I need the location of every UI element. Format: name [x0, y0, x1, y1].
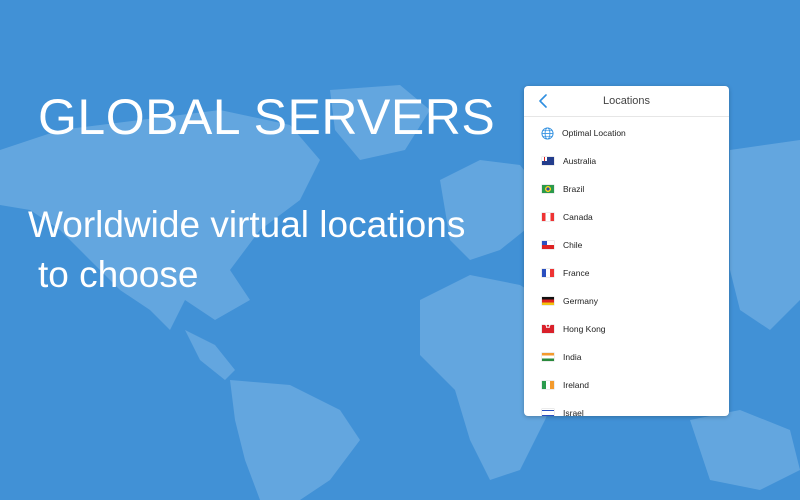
- location-item-germany[interactable]: Germany: [524, 287, 729, 315]
- subheadline: Worldwide virtual locations to choose: [28, 200, 465, 300]
- location-item-ireland[interactable]: Ireland: [524, 371, 729, 399]
- flag-israel-icon: [542, 409, 554, 416]
- location-label: India: [563, 352, 582, 362]
- location-item-brazil[interactable]: Brazil: [524, 175, 729, 203]
- panel-title: Locations: [602, 95, 651, 107]
- location-item-canada[interactable]: Canada: [524, 203, 729, 231]
- flag-hong-kong-icon: [542, 322, 554, 333]
- globe-icon: [541, 126, 554, 140]
- location-label: Germany: [563, 296, 598, 306]
- location-label: France: [563, 268, 590, 278]
- flag-india-icon: [542, 353, 554, 361]
- location-label: Canada: [563, 212, 593, 222]
- flag-canada-icon: [542, 213, 554, 221]
- location-item-france[interactable]: France: [524, 259, 729, 287]
- headline: GLOBAL SERVERS: [38, 89, 496, 145]
- location-item-india[interactable]: India: [524, 343, 729, 371]
- location-item-israel[interactable]: Israel: [524, 399, 729, 416]
- flag-france-icon: [542, 269, 554, 277]
- location-label: Chile: [563, 240, 583, 250]
- location-item-chile[interactable]: Chile: [524, 231, 729, 259]
- locations-panel: Locations Optimal Location Australia Bra…: [524, 86, 729, 416]
- panel-header: Locations: [524, 86, 729, 117]
- subheadline-line-2: to choose: [38, 254, 199, 295]
- flag-germany-icon: [542, 297, 554, 305]
- chevron-left-icon: [539, 94, 547, 108]
- location-label: Hong Kong: [563, 324, 606, 334]
- location-list: Optimal Location Australia Brazil Canada…: [524, 119, 729, 416]
- flag-brazil-icon: [542, 185, 554, 193]
- flag-chile-icon: [542, 241, 554, 249]
- location-label: Israel: [563, 408, 584, 416]
- location-label: Brazil: [563, 184, 585, 194]
- flag-ireland-icon: [542, 381, 554, 389]
- back-button[interactable]: [534, 92, 552, 110]
- location-label: Optimal Location: [562, 128, 626, 138]
- location-item-optimal[interactable]: Optimal Location: [524, 119, 729, 147]
- location-label: Australia: [563, 156, 597, 166]
- location-item-hong-kong[interactable]: Hong Kong: [524, 315, 729, 343]
- subheadline-line-1: Worldwide virtual locations: [28, 204, 466, 245]
- flag-australia-icon: [542, 157, 554, 165]
- location-label: Ireland: [563, 380, 589, 390]
- location-item-australia[interactable]: Australia: [524, 147, 729, 175]
